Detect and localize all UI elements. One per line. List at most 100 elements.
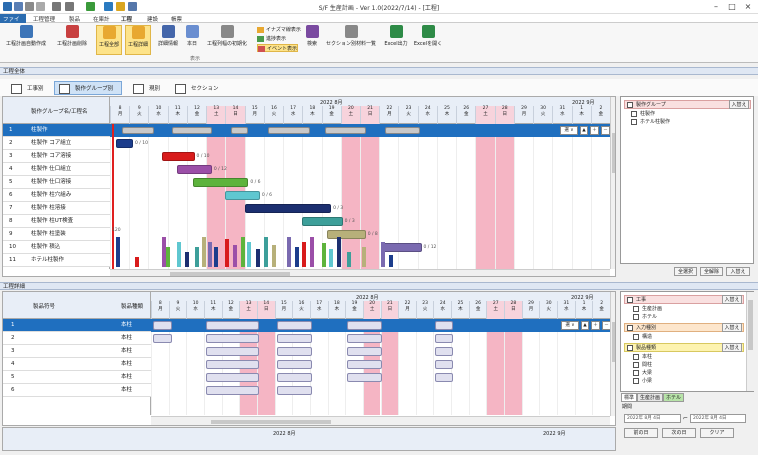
product-schedule-bar[interactable]	[205, 347, 259, 356]
tab-by-project[interactable]: 工事別	[6, 81, 48, 95]
filter-project-checkbox[interactable]: 工事	[627, 296, 646, 304]
process-row[interactable]: 2 柱製作 コア組立	[3, 137, 110, 150]
detail-vertical-scrollbar[interactable]	[610, 292, 615, 416]
excel-export-button[interactable]: Excel出力	[383, 25, 409, 55]
filter-column-production[interactable]: 柱製作	[631, 110, 655, 118]
project-switch-button[interactable]: 入替え	[722, 295, 742, 304]
summary-bar[interactable]	[171, 127, 212, 134]
product-schedule-bar[interactable]	[347, 334, 383, 343]
product-schedule-bar[interactable]	[276, 347, 312, 356]
date-from-picker[interactable]: 2022年 8月 4日	[624, 414, 681, 423]
filter-beam[interactable]: 小梁	[633, 377, 652, 385]
filter-product-type-checkbox[interactable]: 製品種類	[627, 344, 656, 352]
filter-production-plan[interactable]: 生産計画	[633, 305, 662, 313]
task-bar[interactable]	[225, 191, 260, 200]
product-schedule-bar[interactable]	[435, 360, 454, 369]
input-type-switch-button[interactable]: 入替え	[722, 323, 742, 332]
process-row[interactable]: 1 柱製作	[3, 124, 110, 137]
product-row[interactable]: 6 本柱	[3, 384, 151, 397]
date-to-picker[interactable]: 2022年 8月 4日	[690, 414, 746, 423]
group-filter-all-checkbox[interactable]: 製作グループ	[627, 101, 666, 109]
task-bar[interactable]	[115, 139, 134, 148]
product-schedule-bar[interactable]	[276, 321, 312, 330]
deselect-all-button[interactable]: 全解除	[700, 267, 723, 276]
tab-by-site[interactable]: 現別	[128, 81, 164, 95]
filter-stud-column[interactable]: 間柱	[633, 361, 652, 369]
product-row[interactable]: 5 本柱	[3, 371, 151, 384]
excel-open-button[interactable]: Excelを開く	[413, 25, 443, 55]
row-control-button[interactable]: ＋	[591, 321, 600, 330]
product-schedule-bar[interactable]	[153, 321, 173, 330]
product-schedule-bar[interactable]	[347, 360, 383, 369]
process-row[interactable]: 10 柱製作 積込	[3, 241, 110, 254]
detail-horizontal-scrollbar[interactable]	[151, 416, 610, 425]
product-schedule-bar[interactable]	[276, 386, 312, 395]
previous-day-button[interactable]: 前の日	[624, 428, 658, 438]
process-row[interactable]: 6 柱製作 柱穴組み	[3, 189, 110, 202]
product-row[interactable]: 4 本柱	[3, 358, 151, 371]
row-control-button[interactable]: －	[601, 126, 610, 135]
process-row[interactable]: 9 柱製作 柱塗装	[3, 228, 110, 241]
lightning-line-toggle[interactable]: イナズマ線表示	[257, 26, 301, 34]
product-schedule-bar[interactable]	[276, 360, 312, 369]
menu-inventory[interactable]: 在庫計	[93, 15, 110, 23]
menu-file[interactable]: ファイル	[0, 14, 26, 31]
minimize-button[interactable]: –	[708, 1, 724, 13]
filter-hotel-column-production[interactable]: ホテル柱製作	[631, 118, 670, 126]
top-vertical-scrollbar[interactable]	[610, 97, 615, 269]
product-schedule-bar[interactable]	[347, 321, 383, 330]
product-schedule-bar[interactable]	[205, 321, 259, 330]
task-bar[interactable]	[161, 152, 195, 161]
product-schedule-bar[interactable]	[347, 347, 383, 356]
next-day-button[interactable]: 次の日	[662, 428, 696, 438]
top-horizontal-scrollbar[interactable]	[110, 269, 610, 276]
menu-product[interactable]: 製品	[69, 15, 80, 23]
process-row[interactable]: 7 柱製作 柱溶接	[3, 202, 110, 215]
product-schedule-bar[interactable]	[205, 373, 259, 382]
process-row[interactable]: 3 柱製作 コア溶接	[3, 150, 110, 163]
today-button[interactable]: 本日	[184, 25, 200, 55]
auto-create-plan-button[interactable]: 工程計画自動作成	[4, 25, 48, 55]
delete-plan-button[interactable]: 工程計画削除	[54, 25, 90, 55]
product-schedule-bar[interactable]	[347, 373, 383, 382]
task-bar[interactable]	[244, 204, 332, 213]
tab-hotel[interactable]: ホテル	[663, 393, 685, 402]
task-bar[interactable]	[327, 230, 366, 239]
clear-button[interactable]: クリア	[700, 428, 734, 438]
summary-bar[interactable]	[121, 127, 155, 134]
task-bar[interactable]	[302, 217, 343, 226]
product-schedule-bar[interactable]	[153, 334, 173, 343]
swap-button[interactable]: 入替え	[726, 267, 750, 276]
process-row[interactable]: 8 柱製作 柱UT検査	[3, 215, 110, 228]
menu-process[interactable]: 工程	[121, 15, 132, 23]
summary-bar[interactable]	[231, 127, 249, 134]
task-bar[interactable]	[192, 178, 249, 187]
row-control-button[interactable]: ＋	[590, 126, 599, 135]
filter-girder[interactable]: 大梁	[633, 369, 652, 377]
event-toggle[interactable]: イベント表示	[257, 44, 299, 52]
product-schedule-bar[interactable]	[435, 373, 454, 382]
product-schedule-bar[interactable]	[205, 386, 259, 395]
summary-bar[interactable]	[267, 127, 310, 134]
row-control-button[interactable]: 選 ∨	[561, 321, 579, 330]
maximize-button[interactable]: □	[724, 1, 740, 13]
process-all-button[interactable]: 工程全部	[96, 25, 122, 55]
product-row[interactable]: 3 本柱	[3, 345, 151, 358]
summary-bar[interactable]	[385, 127, 420, 134]
search-button[interactable]: 検索	[303, 25, 321, 55]
product-schedule-bar[interactable]	[205, 360, 259, 369]
row-control-button[interactable]: ▲	[581, 321, 589, 330]
select-all-button[interactable]: 全選択	[674, 267, 697, 276]
product-schedule-bar[interactable]	[276, 334, 312, 343]
tab-by-group[interactable]: 製作グループ別	[54, 81, 122, 95]
section-material-list-button[interactable]: セクション別材料一覧	[326, 25, 376, 55]
menu-construction[interactable]: 建設	[147, 15, 158, 23]
process-row[interactable]: 4 柱製作 仕口組立	[3, 163, 110, 176]
filter-main-column[interactable]: 本柱	[633, 353, 652, 361]
summary-bar[interactable]	[325, 127, 366, 134]
tab-by-section[interactable]: セクション別	[170, 81, 222, 106]
reset-column-width-button[interactable]: 工程列幅の初期化	[204, 25, 250, 55]
close-button[interactable]: ×	[740, 1, 756, 13]
filter-hotel[interactable]: ホテル	[633, 313, 657, 321]
task-bar[interactable]	[177, 165, 212, 174]
